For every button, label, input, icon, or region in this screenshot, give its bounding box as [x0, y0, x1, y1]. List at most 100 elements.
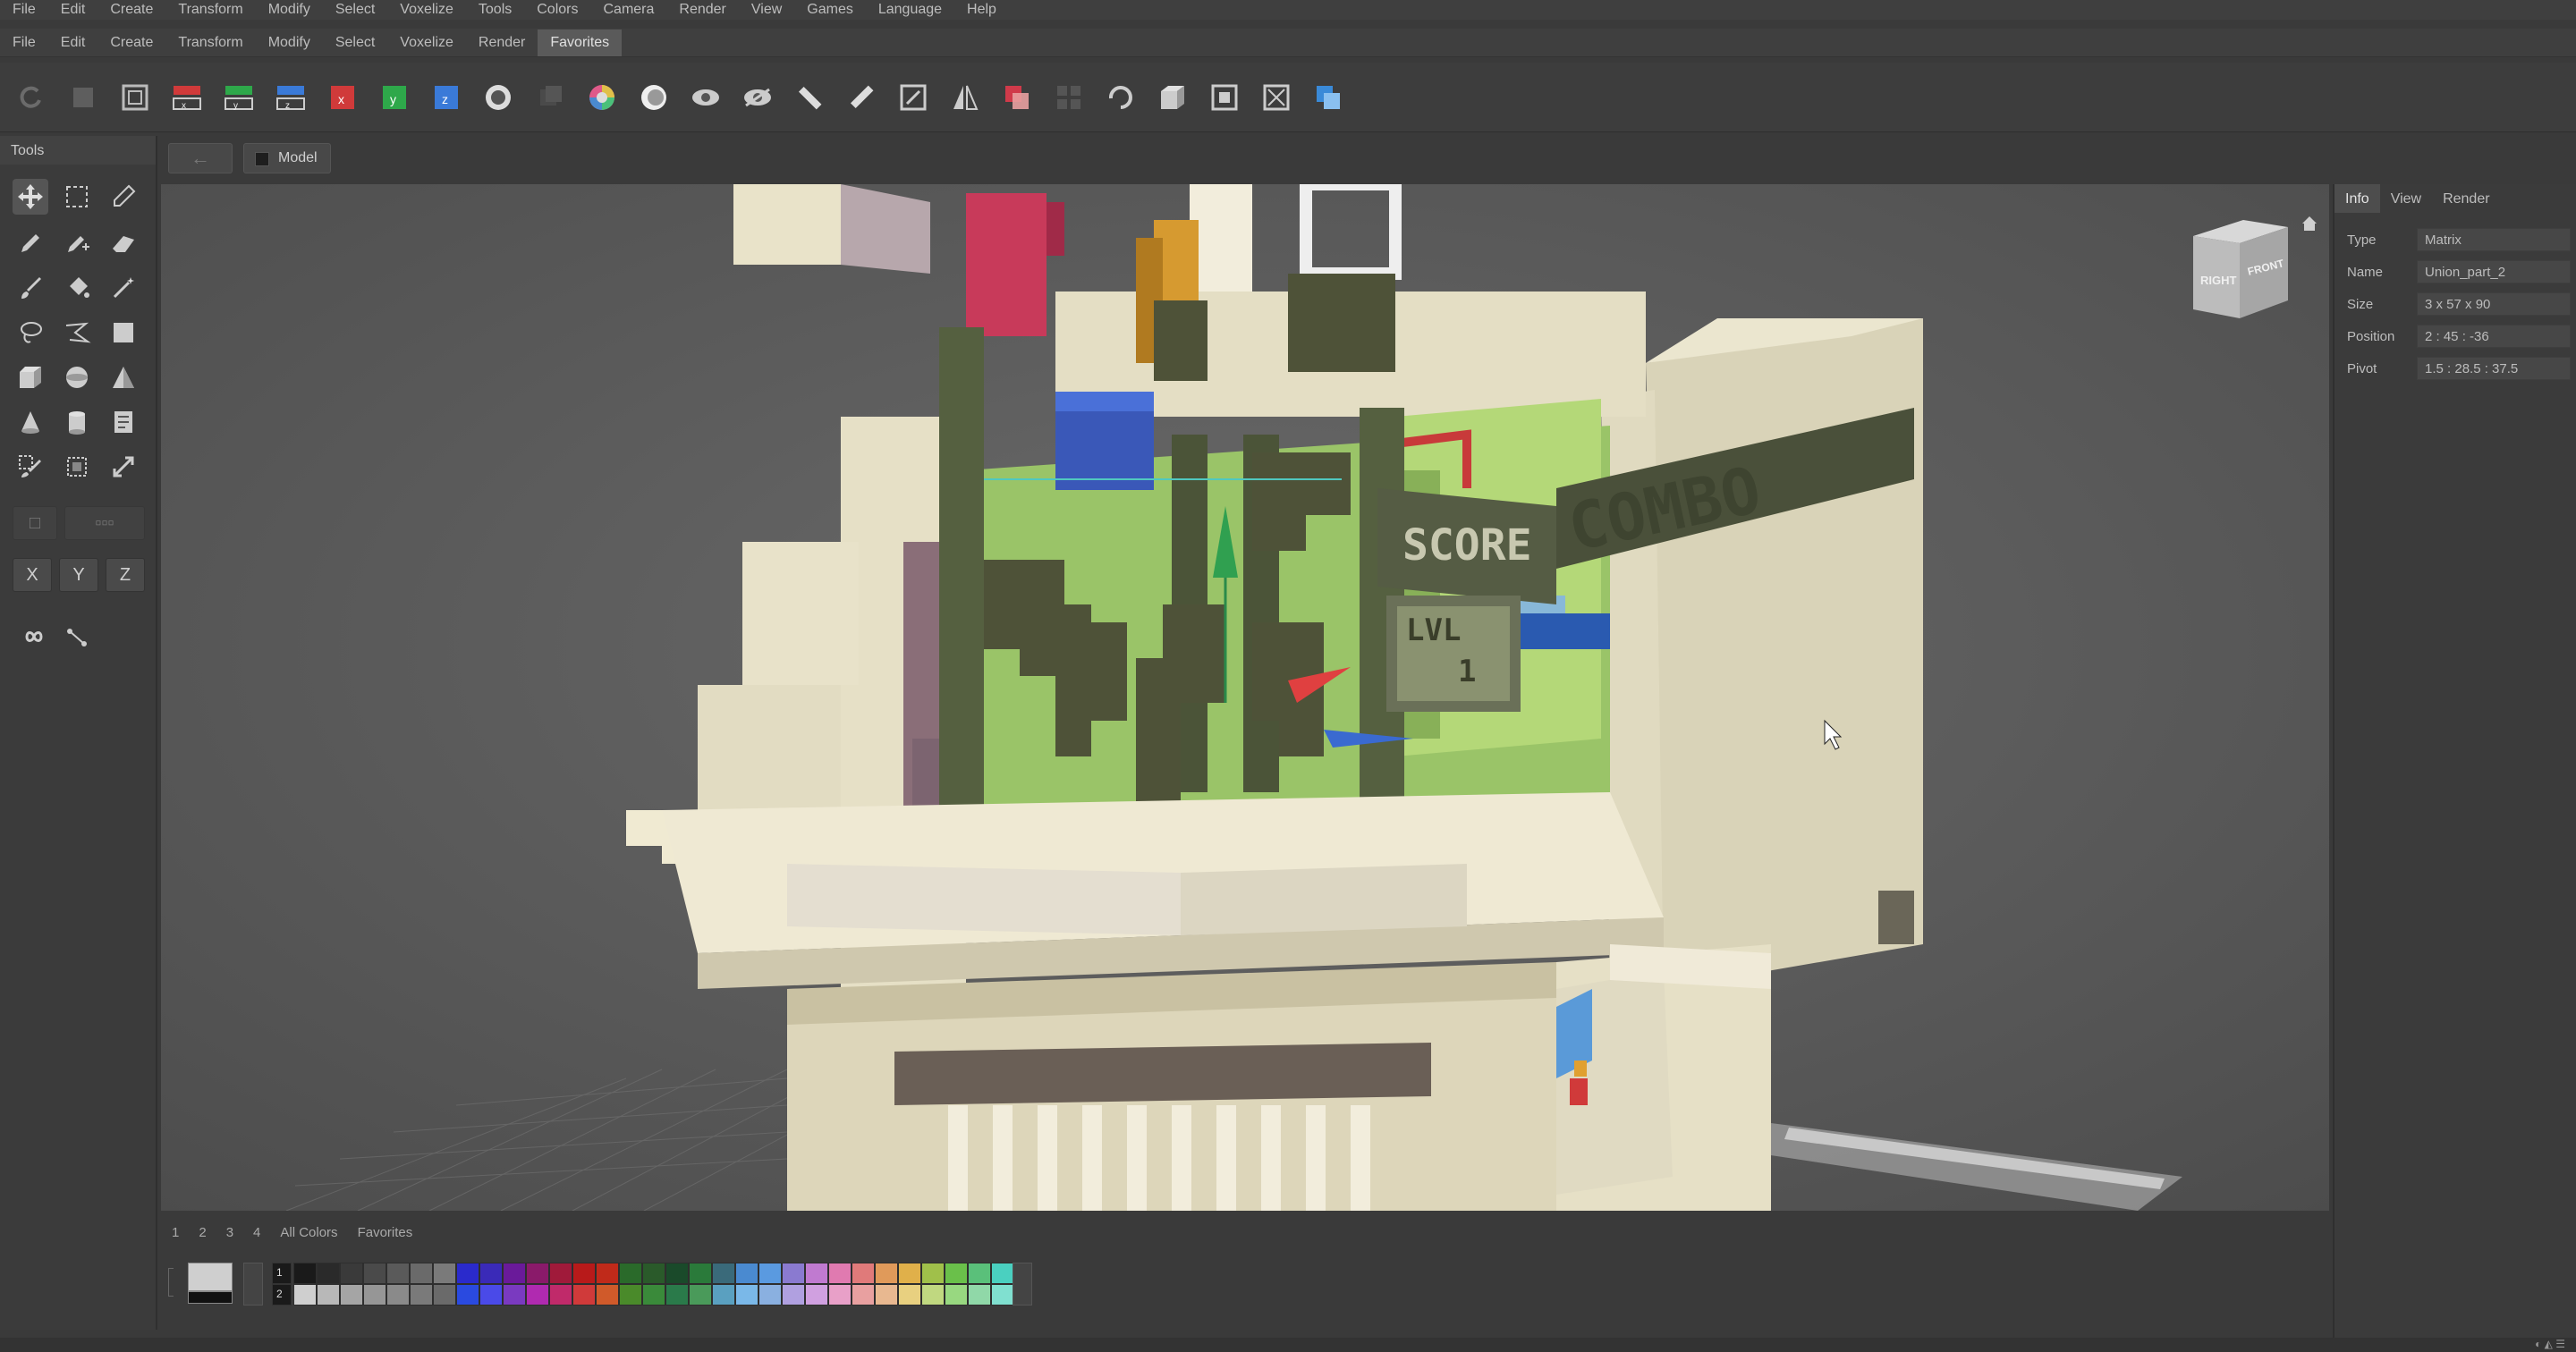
palette-swatch[interactable] — [619, 1284, 642, 1306]
frame-icon[interactable] — [118, 80, 152, 114]
palette-swatch[interactable] — [340, 1284, 363, 1306]
palette-swatch[interactable] — [549, 1263, 572, 1284]
secondary-color-swatch[interactable] — [188, 1291, 233, 1304]
tab-view[interactable]: View — [2380, 184, 2432, 213]
palette-swatch[interactable] — [479, 1263, 503, 1284]
palette-swatch[interactable] — [898, 1284, 921, 1306]
flip-x-icon[interactable]: x — [326, 80, 360, 114]
info-value-name[interactable]: Union_part_2 — [2417, 260, 2571, 283]
palette-swatch[interactable] — [852, 1263, 875, 1284]
palette-swatch[interactable] — [758, 1284, 782, 1306]
copy-icon[interactable] — [66, 80, 100, 114]
paint-select-icon[interactable] — [13, 449, 48, 485]
lasso-icon[interactable] — [13, 315, 48, 351]
palette-tab-1[interactable]: 1 — [172, 1225, 179, 1240]
palette-swatch[interactable] — [386, 1284, 410, 1306]
palette-swatch[interactable] — [875, 1263, 898, 1284]
menu-favorites[interactable]: Favorites — [538, 29, 623, 56]
model-breadcrumb[interactable]: Model — [243, 143, 331, 173]
home-view-icon[interactable] — [2302, 216, 2317, 231]
palette-swatch[interactable] — [642, 1284, 665, 1306]
palette-swatch[interactable] — [479, 1284, 503, 1306]
toggle-off-icon[interactable]: □ — [13, 506, 57, 540]
flip-y-icon[interactable]: y — [377, 80, 411, 114]
redo-icon[interactable] — [14, 80, 48, 114]
menu-help[interactable]: Help — [954, 2, 1009, 18]
fav-menu-modify[interactable]: Modify — [256, 35, 323, 51]
tab-info[interactable]: Info — [2334, 184, 2380, 213]
marquee-select-icon[interactable] — [59, 179, 95, 215]
palette-swatch[interactable] — [665, 1263, 689, 1284]
mirror-x-icon[interactable]: x — [170, 80, 204, 114]
mirror-y-icon[interactable]: y — [222, 80, 256, 114]
info-value-size[interactable]: 3 x 57 x 90 — [2417, 292, 2571, 316]
scale-tool-icon[interactable] — [106, 449, 141, 485]
rectangle-icon[interactable] — [106, 315, 141, 351]
eye-hide-icon[interactable] — [741, 80, 775, 114]
box-shape-icon[interactable] — [13, 359, 48, 395]
flip-z-icon[interactable]: z — [429, 80, 463, 114]
union-icon[interactable] — [1000, 80, 1034, 114]
palette-swatch[interactable] — [828, 1263, 852, 1284]
palette-swatch[interactable] — [805, 1263, 828, 1284]
magic-wand-icon[interactable] — [106, 270, 141, 306]
palette-swatch[interactable] — [758, 1263, 782, 1284]
axis-z-button[interactable]: Z — [106, 558, 145, 592]
palette-swatch[interactable] — [735, 1263, 758, 1284]
palette-swatch[interactable] — [991, 1284, 1014, 1306]
pencil-add-icon[interactable] — [59, 225, 95, 261]
palette-swatch[interactable] — [317, 1263, 340, 1284]
eyedropper-icon[interactable] — [106, 179, 141, 215]
axis-x-button[interactable]: X — [13, 558, 52, 592]
primary-color-swatch[interactable] — [188, 1263, 233, 1291]
palette-swatch[interactable] — [386, 1263, 410, 1284]
menu-create[interactable]: Create — [97, 2, 165, 18]
palette-swatch[interactable] — [293, 1263, 317, 1284]
palette-swatch[interactable] — [991, 1263, 1014, 1284]
palette-swatch[interactable] — [945, 1263, 968, 1284]
expand-icon[interactable] — [1259, 80, 1293, 114]
menu-select[interactable]: Select — [323, 2, 387, 18]
palette-swatch[interactable] — [921, 1263, 945, 1284]
eye-icon[interactable] — [689, 80, 723, 114]
palette-swatch[interactable] — [828, 1284, 852, 1306]
eraser-icon[interactable] — [106, 225, 141, 261]
palette-tab-3[interactable]: 3 — [226, 1225, 233, 1240]
menu-render[interactable]: Render — [666, 2, 738, 18]
info-value-pivot[interactable]: 1.5 : 28.5 : 37.5 — [2417, 357, 2571, 380]
cube-dark-icon[interactable] — [533, 80, 567, 114]
mirror-z-icon[interactable]: z — [274, 80, 308, 114]
palette-swatch[interactable] — [665, 1284, 689, 1306]
palette-swatch[interactable] — [526, 1263, 549, 1284]
palette-swatch[interactable] — [921, 1284, 945, 1306]
menu-language[interactable]: Language — [866, 2, 954, 18]
cone-shape-icon[interactable] — [13, 404, 48, 440]
menu-modify[interactable]: Modify — [256, 2, 323, 18]
cube-icon[interactable] — [1156, 80, 1190, 114]
palette-scroll[interactable] — [1013, 1263, 1032, 1306]
mirror-icon[interactable] — [948, 80, 982, 114]
brush-icon[interactable] — [13, 270, 48, 306]
palette-swatch[interactable] — [456, 1284, 479, 1306]
palette-swatch[interactable] — [852, 1284, 875, 1306]
rotate-icon[interactable] — [1104, 80, 1138, 114]
connect-icon[interactable] — [59, 619, 95, 655]
pencil-icon[interactable] — [13, 225, 48, 261]
palette-swatch[interactable] — [410, 1284, 433, 1306]
palette-swatch[interactable] — [782, 1284, 805, 1306]
menu-edit[interactable]: Edit — [48, 2, 98, 18]
palette-tab-2[interactable]: 2 — [199, 1225, 206, 1240]
measure-icon[interactable] — [844, 80, 878, 114]
menu-voxelize[interactable]: Voxelize — [387, 2, 466, 18]
palette-swatch[interactable] — [572, 1284, 596, 1306]
palette-swatch[interactable] — [619, 1263, 642, 1284]
fav-menu-file[interactable]: File — [0, 35, 48, 51]
resize-icon[interactable] — [896, 80, 930, 114]
ruler-icon[interactable] — [792, 80, 826, 114]
palette-swatch[interactable] — [642, 1263, 665, 1284]
palette-swatch[interactable] — [526, 1284, 549, 1306]
palette-swatch[interactable] — [596, 1284, 619, 1306]
layers-icon[interactable] — [1311, 80, 1345, 114]
sphere-icon[interactable] — [481, 80, 515, 114]
polygon-select-icon[interactable] — [59, 315, 95, 351]
